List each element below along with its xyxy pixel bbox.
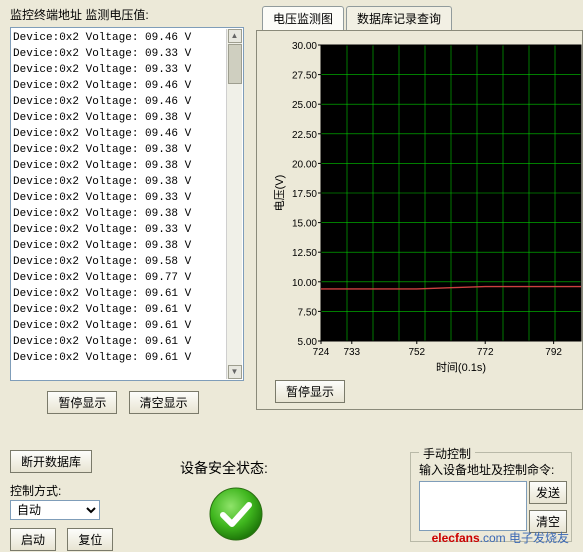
watermark: elecfans.com 电子发烧友 [432,529,569,546]
watermark-suffix: .com 电子发烧友 [480,531,569,545]
control-mode-label: 控制方式: [10,482,61,499]
watermark-brand: elecfans [432,531,480,545]
scroll-down-button[interactable]: ▼ [228,365,242,379]
svg-text:733: 733 [343,347,360,358]
pause-chart-button[interactable]: 暂停显示 [275,380,345,403]
svg-text:12.50: 12.50 [292,248,317,259]
svg-text:10.00: 10.00 [292,278,317,289]
svg-text:27.50: 27.50 [292,71,317,82]
device-status-label: 设备安全状态: [180,458,268,478]
svg-text:17.50: 17.50 [292,189,317,200]
pause-log-button[interactable]: 暂停显示 [47,391,117,414]
manual-legend: 手动控制 [419,445,475,462]
scroll-thumb[interactable] [228,44,242,84]
reset-button[interactable]: 复位 [67,528,113,551]
svg-text:30.00: 30.00 [292,41,317,52]
scroll-up-button[interactable]: ▲ [228,29,242,43]
svg-text:20.00: 20.00 [292,159,317,170]
disconnect-db-button[interactable]: 断开数据库 [10,450,92,473]
log-frame: Device:0x2 Voltage: 09.46 V Device:0x2 V… [10,27,244,381]
svg-text:25.00: 25.00 [292,100,317,111]
svg-text:772: 772 [477,347,494,358]
tab-db-query[interactable]: 数据库记录查询 [346,6,452,30]
log-header-label: 监控终端地址 监测电压值: [10,6,244,23]
log-scrollbar[interactable]: ▲ ▼ [226,29,242,379]
log-text: Device:0x2 Voltage: 09.46 V Device:0x2 V… [13,30,225,378]
control-mode-select[interactable]: 自动 [10,500,100,520]
tab-voltage-chart[interactable]: 电压监测图 [262,6,344,30]
svg-text:792: 792 [545,347,562,358]
chart-frame: 5.007.5010.0012.5015.0017.5020.0022.5025… [256,30,583,410]
voltage-chart: 5.007.5010.0012.5015.0017.5020.0022.5025… [265,39,583,385]
tab-bar: 电压监测图 数据库记录查询 [262,6,583,30]
svg-text:7.50: 7.50 [298,307,318,318]
clear-log-button[interactable]: 清空显示 [129,391,199,414]
start-button[interactable]: 启动 [10,528,56,551]
svg-text:22.50: 22.50 [292,130,317,141]
manual-input-label: 输入设备地址及控制命令: [419,461,554,478]
send-button[interactable]: 发送 [529,481,567,504]
svg-text:电压(V): 电压(V) [273,175,286,212]
svg-text:15.00: 15.00 [292,219,317,230]
manual-command-input[interactable] [419,481,527,531]
svg-text:752: 752 [408,347,425,358]
svg-text:724: 724 [313,347,330,358]
svg-text:时间(0.1s): 时间(0.1s) [436,361,486,374]
status-ok-icon [208,486,264,542]
